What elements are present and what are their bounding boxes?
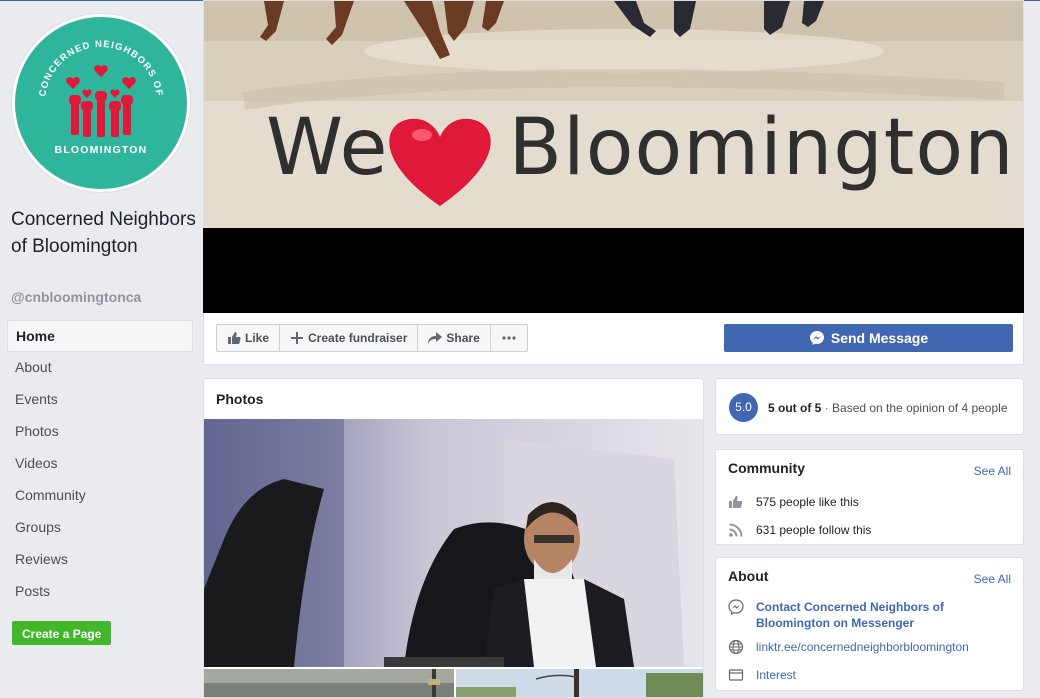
photo-thumbnail-2[interactable] [456,669,703,697]
share-icon [428,332,443,344]
thumbs-up-icon [228,332,241,344]
create-fundraiser-button[interactable]: Create fundraiser [279,324,419,352]
share-button[interactable]: Share [417,324,491,352]
rating-headline: 5 out of 5 [768,401,822,415]
nav-item-home[interactable]: Home [7,320,193,352]
like-label: Like [245,331,270,345]
about-title[interactable]: About [728,568,768,584]
rating-summary[interactable]: 5 out of 5 · Based on the opinion of 4 p… [768,401,1008,415]
rss-icon [729,523,743,537]
follows-count: 631 people follow this [756,523,872,537]
page-action-bar: Like Create fundraiser Share Send Messag… [203,313,1024,365]
logo-graphic: CONCERNED NEIGHBORS OF BLOOMINGTON [37,39,163,156]
likes-count: 575 people like this [756,495,859,509]
create-page-button[interactable]: Create a Page [12,621,112,645]
send-message-label: Send Message [830,330,929,346]
logo-bottom-text: BLOOMINGTON [55,144,148,156]
messenger-contact-link[interactable]: Contact Concerned Neighbors of Bloomingt… [756,599,1011,631]
nav-item-reviews[interactable]: Reviews [7,544,193,576]
page-nav: Home About Events Photos Videos Communit… [7,320,193,608]
community-title[interactable]: Community [728,460,805,476]
nav-item-posts[interactable]: Posts [7,576,193,608]
cover-text: We Bloomington [266,103,1015,193]
messenger-icon [728,599,744,615]
community-see-all-link[interactable]: See All [974,464,1011,478]
messenger-icon [809,331,824,345]
category-link[interactable]: Interest [756,667,796,683]
rating-detail: · Based on the opinion of 4 people [824,401,1008,415]
category-icon [728,669,744,681]
website-row: linktr.ee/concernedneighborbloomington [728,639,1011,655]
profile-picture[interactable]: CONCERNED NEIGHBORS OF BLOOMINGTON [11,13,191,193]
plus-icon [291,332,304,344]
community-card: Community See All 575 people like this 6… [715,449,1024,545]
cover-text-bloomington: Bloomington [508,103,1015,193]
nav-item-events[interactable]: Events [7,384,193,416]
action-buttons: Like Create fundraiser Share [216,324,528,352]
rating-score-badge: 5.0 [729,393,758,422]
cover-photo[interactable]: We Bloomington [203,0,1024,228]
nav-item-groups[interactable]: Groups [7,512,193,544]
thumbs-up-icon [729,496,743,508]
street-photo-1 [204,669,454,697]
cover-text-we: We [266,103,389,193]
send-message-button[interactable]: Send Message [724,324,1013,352]
nav-item-photos[interactable]: Photos [7,416,193,448]
photos-section: Photos [203,378,704,698]
website-link[interactable]: linktr.ee/concernedneighborbloomington [756,639,969,655]
likes-row: 575 people like this [728,494,1011,510]
messenger-row: Contact Concerned Neighbors of Bloomingt… [728,599,1011,631]
man-in-chair-photo [204,419,703,667]
follows-row: 631 people follow this [728,522,1011,538]
more-options-button[interactable] [489,324,528,352]
about-see-all-link[interactable]: See All [974,572,1011,586]
share-label: Share [446,331,480,345]
left-column: CONCERNED NEIGHBORS OF BLOOMINGTON Conce… [0,0,203,698]
photo-thumbnail-1[interactable] [204,669,454,697]
page-handle[interactable]: @cnbloomingtonca [11,289,141,305]
about-card: About See All Contact Concerned Neighbor… [715,557,1024,691]
rating-card: 5.0 5 out of 5 · Based on the opinion of… [715,378,1024,435]
nav-item-about[interactable]: About [7,352,193,384]
nav-item-videos[interactable]: Videos [7,448,193,480]
cover-video-area [203,228,1024,313]
like-button[interactable]: Like [216,324,281,352]
page-name[interactable]: Concerned Neighbors of Bloomington [11,207,196,260]
nav-item-community[interactable]: Community [7,480,193,512]
photo-main[interactable] [204,419,703,667]
street-photo-2 [456,669,703,697]
fundraiser-label: Create fundraiser [308,331,408,345]
category-row: Interest [728,667,1011,683]
globe-icon [728,639,744,655]
logo-circle: CONCERNED NEIGHBORS OF BLOOMINGTON [15,17,187,189]
photos-title[interactable]: Photos [216,391,263,407]
ellipsis-icon [502,336,516,340]
